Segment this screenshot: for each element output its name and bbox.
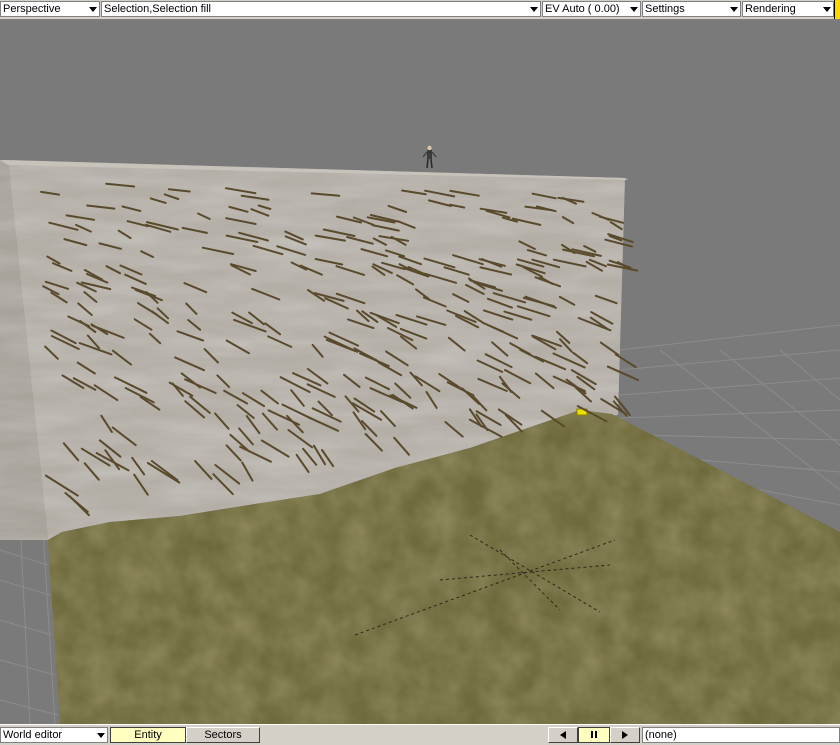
chevron-down-icon (730, 7, 738, 12)
settings-dropdown[interactable]: Settings (642, 1, 741, 17)
status-bar: World editor Entity Sectors (none) (0, 724, 840, 745)
chevron-down-icon (530, 7, 538, 12)
triangle-right-icon (622, 731, 628, 739)
tab-sectors[interactable]: Sectors (186, 727, 260, 743)
selection-mode-dropdown[interactable]: Selection,Selection fill (101, 1, 541, 17)
editor-mode-label: World editor (3, 729, 63, 741)
selection-mode-label: Selection,Selection fill (104, 3, 212, 15)
chevron-down-icon (89, 7, 97, 12)
tab-entity-label: Entity (134, 729, 162, 741)
triangle-left-icon (560, 731, 566, 739)
entity-selector-label: (none) (645, 729, 677, 741)
rendering-label: Rendering (745, 3, 796, 15)
character-figure[interactable] (422, 145, 437, 169)
chevron-down-icon (630, 7, 638, 12)
settings-label: Settings (645, 3, 685, 15)
next-button[interactable] (610, 727, 640, 743)
3d-viewport[interactable] (0, 20, 840, 724)
tab-sectors-label: Sectors (204, 729, 242, 741)
exposure-dropdown[interactable]: EV Auto ( 0.00) (542, 1, 641, 17)
editor-mode-dropdown[interactable]: World editor (0, 727, 108, 743)
viewport-active-marker (834, 0, 840, 19)
rendering-dropdown[interactable]: Rendering (742, 1, 834, 17)
entity-selector-dropdown[interactable]: (none) (642, 727, 840, 743)
chevron-down-icon (823, 7, 831, 12)
viewport-toolbar: Perspective Selection,Selection fill EV … (0, 0, 840, 20)
chevron-down-icon (97, 733, 105, 738)
view-mode-dropdown[interactable]: Perspective (0, 1, 100, 17)
pause-button[interactable] (578, 727, 610, 743)
view-mode-label: Perspective (3, 3, 61, 15)
prev-button[interactable] (548, 727, 578, 743)
tab-entity[interactable]: Entity (110, 727, 186, 743)
pause-icon (591, 731, 597, 738)
exposure-label: EV Auto ( 0.00) (545, 3, 620, 15)
